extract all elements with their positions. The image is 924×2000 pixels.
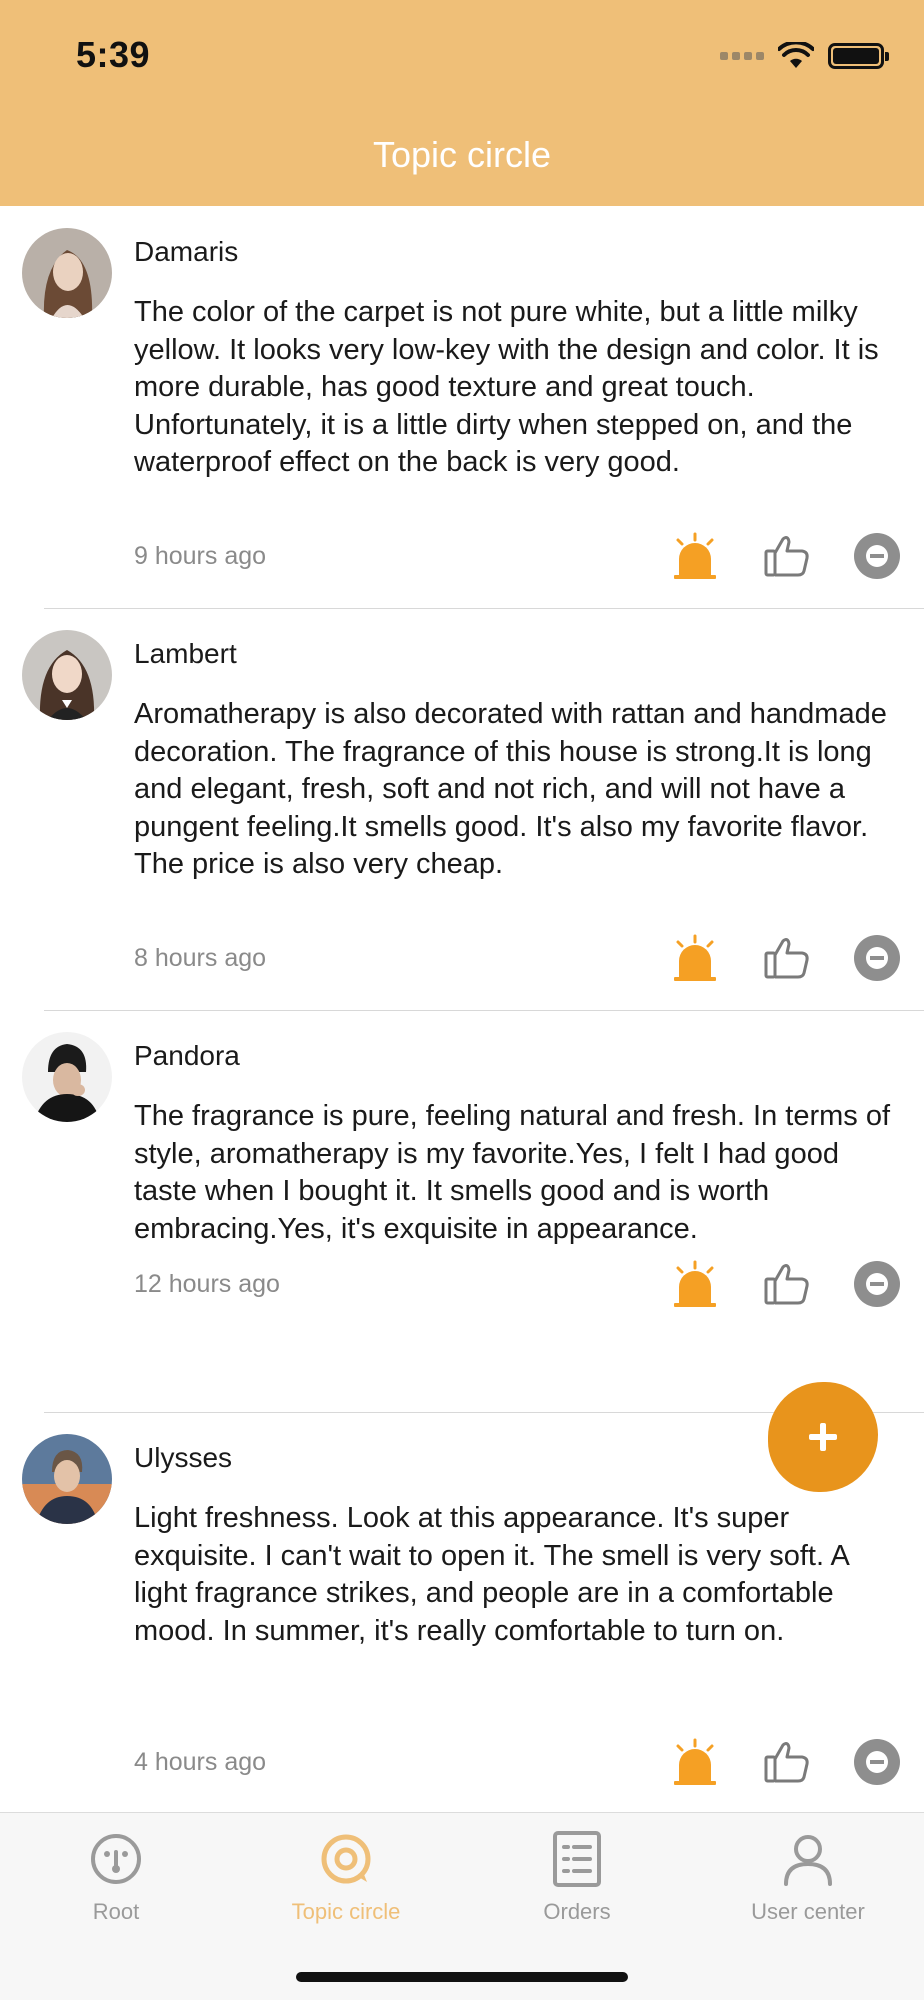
like-button[interactable] — [759, 1734, 815, 1790]
divider — [44, 1010, 924, 1011]
status-time: 5:39 — [76, 34, 151, 75]
divider — [44, 608, 924, 609]
alarm-icon — [674, 1260, 716, 1307]
report-button[interactable] — [667, 1734, 723, 1790]
author-name[interactable]: Lambert — [134, 638, 237, 670]
alarm-icon — [674, 1738, 716, 1785]
thumbs-up-icon — [764, 1264, 809, 1305]
author-name[interactable]: Ulysses — [134, 1442, 232, 1474]
thumbs-up-icon — [764, 938, 809, 979]
report-button[interactable] — [667, 1256, 723, 1312]
avatar[interactable] — [22, 1434, 112, 1524]
battery-icon — [828, 43, 889, 69]
alarm-icon — [674, 934, 716, 981]
thumbs-up-icon — [764, 1742, 809, 1783]
minus-circle-icon — [854, 935, 900, 981]
post-text: Aromatherapy is also decorated with ratt… — [134, 698, 887, 880]
report-button[interactable] — [667, 528, 723, 584]
report-button[interactable] — [667, 930, 723, 986]
post-text: The color of the carpet is not pure whit… — [134, 296, 879, 478]
tab-label: User center — [751, 1899, 865, 1924]
author-name[interactable]: Pandora — [134, 1040, 240, 1072]
tab-label: Topic circle — [291, 1899, 401, 1924]
tab-label: Root — [92, 1899, 140, 1924]
block-button[interactable] — [849, 930, 905, 986]
thumbs-up-icon — [764, 536, 809, 577]
post-timestamp: 8 hours ago — [134, 944, 267, 972]
block-button[interactable] — [849, 528, 905, 584]
alarm-icon — [674, 532, 716, 579]
tab-orders[interactable]: Orders — [477, 1831, 677, 1925]
topic-circle-icon — [318, 1831, 374, 1887]
app-screen: 5:39 Topic circle Damaris The color of t… — [0, 0, 924, 2000]
tab-label: Orders — [543, 1899, 611, 1924]
block-button[interactable] — [849, 1256, 905, 1312]
orders-list-icon — [549, 1831, 605, 1887]
user-icon — [780, 1831, 836, 1887]
status-icons — [720, 40, 889, 72]
post-text: The fragrance is pure, feeling natural a… — [134, 1100, 891, 1245]
minus-circle-icon — [854, 1261, 900, 1307]
tab-root[interactable]: Root — [16, 1831, 216, 1925]
plus-icon — [809, 1423, 837, 1451]
like-button[interactable] — [759, 930, 815, 986]
like-button[interactable] — [759, 1256, 815, 1312]
tab-topic-circle[interactable]: Topic circle — [246, 1831, 446, 1925]
post-timestamp: 9 hours ago — [134, 542, 267, 570]
author-name[interactable]: Damaris — [134, 236, 238, 268]
cellular-signal-icon — [720, 52, 764, 60]
post-card: Damaris The color of the carpet is not p… — [0, 206, 924, 608]
minus-circle-icon — [854, 533, 900, 579]
post-timestamp: 4 hours ago — [134, 1748, 267, 1776]
like-button[interactable] — [759, 528, 815, 584]
minus-circle-icon — [854, 1739, 900, 1785]
header-bar: 5:39 Topic circle — [0, 0, 924, 206]
home-indicator[interactable] — [296, 1972, 628, 1982]
home-dial-icon — [88, 1831, 144, 1887]
tab-user-center[interactable]: User center — [708, 1831, 908, 1925]
page-title: Topic circle — [372, 134, 552, 175]
post-card: Lambert Aromatherapy is also decorated w… — [0, 608, 924, 1010]
avatar[interactable] — [22, 630, 112, 720]
avatar[interactable] — [22, 1032, 112, 1122]
post-text: Light freshness. Look at this appearance… — [134, 1502, 849, 1647]
post-timestamp: 12 hours ago — [134, 1270, 280, 1298]
block-button[interactable] — [849, 1734, 905, 1790]
avatar[interactable] — [22, 228, 112, 318]
wifi-icon — [778, 42, 814, 68]
post-card: Pandora The fragrance is pure, feeling n… — [0, 1010, 924, 1412]
